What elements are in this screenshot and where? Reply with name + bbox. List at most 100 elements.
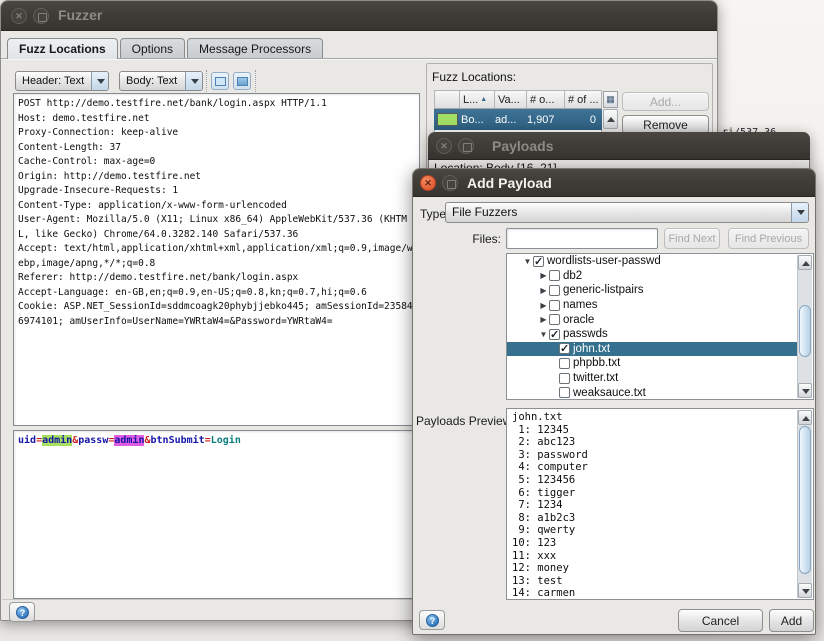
column-header[interactable]: # o... bbox=[527, 90, 565, 109]
type-select[interactable]: File Fuzzers bbox=[445, 202, 809, 223]
help-icon: ? bbox=[16, 606, 29, 619]
body-token: Login bbox=[211, 435, 241, 446]
column-header[interactable]: Va... bbox=[495, 90, 527, 109]
checkbox[interactable] bbox=[549, 314, 560, 325]
payloads-window: Payloads Location: Body [16, 21] bbox=[428, 132, 810, 170]
tree-item-wordlists-user-passwd[interactable]: wordlists-user-passwd bbox=[507, 254, 797, 269]
payloads-preview-pane[interactable]: john.txt 1: 12345 2: abc123 3: password … bbox=[506, 408, 814, 600]
view-split-button[interactable] bbox=[211, 72, 229, 90]
collapse-icon[interactable] bbox=[522, 257, 533, 266]
column-header[interactable] bbox=[434, 90, 460, 109]
add-location-button[interactable]: Add... bbox=[622, 92, 709, 111]
fuzz-locations-table-header[interactable]: L...▲Va...# o...# of ... bbox=[434, 90, 602, 109]
tree-item-phpbb-txt[interactable]: phpbb.txt bbox=[507, 356, 797, 371]
tree-item-generic-listpairs[interactable]: generic-listpairs bbox=[507, 283, 797, 298]
checkbox[interactable] bbox=[559, 373, 570, 384]
tree-item-label: db2 bbox=[563, 270, 582, 282]
tree-item-names[interactable]: names bbox=[507, 298, 797, 313]
tree-scrollbar[interactable] bbox=[797, 255, 812, 398]
panel-view-filled-icon bbox=[237, 77, 248, 86]
find-previous-button[interactable]: Find Previous bbox=[728, 228, 809, 249]
header-view-value: Header: Text bbox=[22, 72, 84, 90]
table-cell: Bo... bbox=[458, 114, 492, 126]
expand-icon[interactable] bbox=[538, 315, 549, 324]
expand-icon[interactable] bbox=[538, 301, 549, 310]
toolbar-separator bbox=[255, 70, 256, 92]
request-body-text: uid=admin&passw=admin&btnSubmit=Login bbox=[14, 431, 419, 450]
chevron-down-icon[interactable] bbox=[185, 72, 202, 90]
find-next-button[interactable]: Find Next bbox=[664, 228, 720, 249]
checkbox[interactable] bbox=[559, 343, 570, 354]
tab-message-processors[interactable]: Message Processors bbox=[187, 38, 323, 59]
scroll-up-icon[interactable] bbox=[603, 109, 618, 129]
scroll-up-icon[interactable] bbox=[798, 255, 812, 270]
sort-ascending-icon: ▲ bbox=[480, 96, 487, 103]
preview-label: Payloads Preview: bbox=[416, 414, 515, 428]
location-color-swatch bbox=[437, 113, 458, 126]
table-cell: 1,907 bbox=[524, 114, 562, 126]
chevron-down-icon[interactable] bbox=[791, 203, 808, 222]
checkbox[interactable] bbox=[549, 270, 560, 281]
tree-item-twitter-txt[interactable]: twitter.txt bbox=[507, 371, 797, 386]
tab-options[interactable]: Options bbox=[120, 38, 185, 59]
column-header[interactable]: # of ... bbox=[565, 90, 602, 109]
table-cell: 0 bbox=[562, 114, 599, 126]
checkbox[interactable] bbox=[549, 329, 560, 340]
tree-item-oracle[interactable]: oracle bbox=[507, 312, 797, 327]
payloads-titlebar[interactable]: Payloads bbox=[428, 132, 810, 160]
checkbox[interactable] bbox=[533, 256, 544, 267]
expand-icon[interactable] bbox=[538, 286, 549, 295]
chevron-down-icon[interactable] bbox=[91, 72, 108, 90]
tree-item-passwds[interactable]: passwds bbox=[507, 327, 797, 342]
toolbar-separator bbox=[206, 70, 207, 92]
table-cell: ad... bbox=[492, 114, 524, 126]
maximize-icon[interactable] bbox=[442, 175, 458, 191]
help-button[interactable]: ? bbox=[9, 602, 35, 622]
tree-item-db2[interactable]: db2 bbox=[507, 269, 797, 284]
cancel-button[interactable]: Cancel bbox=[678, 609, 763, 632]
scroll-up-icon[interactable] bbox=[798, 410, 812, 425]
column-config-icon[interactable]: ▦ bbox=[603, 91, 618, 108]
help-button[interactable]: ? bbox=[419, 610, 445, 630]
view-combined-button[interactable] bbox=[233, 72, 251, 90]
preview-scrollbar[interactable] bbox=[797, 410, 812, 598]
scrollbar-thumb[interactable] bbox=[799, 305, 811, 357]
checkbox[interactable] bbox=[549, 285, 560, 296]
table-row[interactable]: Bo...ad...1,9070 bbox=[434, 109, 602, 130]
checkbox[interactable] bbox=[559, 387, 570, 398]
tree-item-label: twitter.txt bbox=[573, 372, 618, 384]
scrollbar-thumb[interactable] bbox=[799, 426, 811, 574]
files-label: Files: bbox=[453, 232, 501, 246]
tree-item-label: wordlists-user-passwd bbox=[547, 255, 661, 267]
expand-icon[interactable] bbox=[538, 271, 549, 280]
request-header-pane[interactable]: POST http://demo.testfire.net/bank/login… bbox=[13, 93, 420, 426]
tree-item-label: john.txt bbox=[573, 343, 610, 355]
tab-fuzz-locations[interactable]: Fuzz Locations bbox=[7, 38, 118, 59]
scroll-down-icon[interactable] bbox=[798, 383, 812, 398]
close-icon[interactable] bbox=[420, 175, 436, 191]
maximize-icon[interactable] bbox=[33, 8, 49, 24]
files-input[interactable] bbox=[506, 228, 658, 249]
fuzz-location-highlight: admin bbox=[42, 435, 72, 446]
header-view-select[interactable]: Header: Text bbox=[15, 71, 109, 91]
collapse-icon[interactable] bbox=[538, 330, 549, 339]
add-button[interactable]: Add bbox=[769, 609, 814, 632]
body-token: uid bbox=[18, 435, 36, 446]
checkbox[interactable] bbox=[559, 358, 570, 369]
tree-item-john-txt[interactable]: john.txt bbox=[507, 342, 797, 357]
close-icon[interactable] bbox=[436, 138, 452, 154]
add-payload-titlebar[interactable]: Add Payload bbox=[413, 169, 815, 197]
close-icon[interactable] bbox=[11, 8, 27, 24]
body-token: passw bbox=[78, 435, 108, 446]
maximize-icon[interactable] bbox=[458, 138, 474, 154]
tree-item-weaksauce-txt[interactable]: weaksauce.txt bbox=[507, 385, 797, 400]
payloads-preview-text: john.txt 1: 12345 2: abc123 3: password … bbox=[507, 409, 813, 600]
request-body-pane[interactable]: uid=admin&passw=admin&btnSubmit=Login bbox=[13, 430, 420, 599]
wordlist-tree[interactable]: wordlists-user-passwd db2generic-listpair… bbox=[506, 253, 814, 400]
fuzzer-titlebar[interactable]: Fuzzer bbox=[1, 1, 717, 31]
checkbox[interactable] bbox=[549, 300, 560, 311]
help-icon: ? bbox=[426, 614, 439, 627]
body-view-select[interactable]: Body: Text bbox=[119, 71, 203, 91]
scroll-down-icon[interactable] bbox=[798, 583, 812, 598]
column-header[interactable]: L...▲ bbox=[460, 90, 495, 109]
